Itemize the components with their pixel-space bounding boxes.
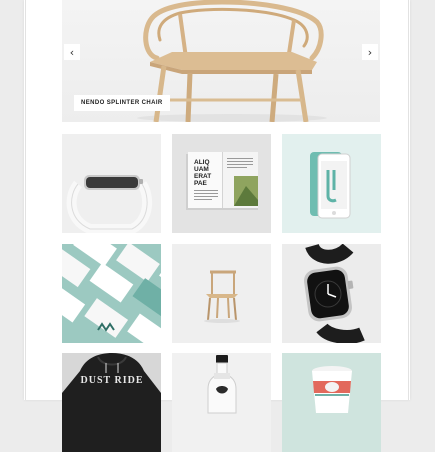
business-cards-image <box>62 244 161 343</box>
hero-slider[interactable]: ‹ › NENDO SPLINTER CHAIR <box>62 0 380 122</box>
portfolio-item-bottle[interactable] <box>172 353 271 452</box>
portfolio-item-small-chair[interactable] <box>172 244 271 343</box>
bottle-image <box>207 355 237 414</box>
small-chair-image <box>204 270 240 323</box>
chevron-left-icon: ‹ <box>69 45 75 59</box>
frame-border <box>25 0 26 400</box>
magazine-headline-line: ERAT <box>194 173 211 180</box>
frame-border <box>408 0 409 400</box>
slider-prev-button[interactable]: ‹ <box>64 44 80 60</box>
portfolio-item-business-cards[interactable] <box>62 244 161 343</box>
portfolio-item-hoodie[interactable]: DUST RIDE <box>62 353 161 452</box>
slide-caption: NENDO SPLINTER CHAIR <box>74 95 170 111</box>
white-watch-image <box>66 175 153 233</box>
portfolio-item-black-watch[interactable] <box>282 244 381 343</box>
hoodie-image: DUST RIDE <box>62 353 161 452</box>
magazine-headline-line: UAM <box>194 166 209 173</box>
phone-case-image <box>310 152 351 219</box>
portfolio-item-coffee-cup[interactable] <box>282 353 381 452</box>
chevron-right-icon: › <box>367 45 373 59</box>
magazine-image: ALIQ UAM ERAT PAE <box>186 152 258 210</box>
slider-next-button[interactable]: › <box>362 44 378 60</box>
portfolio-item-magazine[interactable]: ALIQ UAM ERAT PAE <box>172 134 271 233</box>
black-watch-image <box>304 244 365 343</box>
portfolio-item-white-watch[interactable] <box>62 134 161 233</box>
magazine-headline-line: PAE <box>194 180 208 187</box>
portfolio-item-phone-case[interactable] <box>282 134 381 233</box>
hoodie-print-text: DUST RIDE <box>81 375 144 386</box>
magazine-headline-line: ALIQ <box>194 159 210 166</box>
coffee-cup-image <box>312 366 352 413</box>
